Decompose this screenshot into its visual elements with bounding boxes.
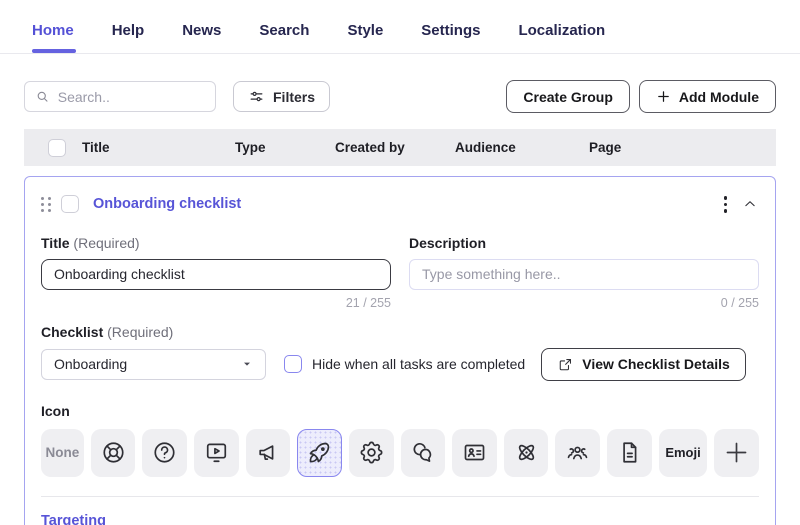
tab-style[interactable]: Style	[347, 0, 383, 53]
gear-icon	[360, 441, 383, 464]
megaphone-icon	[259, 445, 274, 460]
icon-option-rocket[interactable]	[297, 428, 342, 477]
toolbar-actions: Create Group Add Module	[506, 80, 776, 113]
module-title: Onboarding checklist	[93, 196, 242, 213]
description-label-text: Description	[409, 234, 487, 251]
icon-option-emoji[interactable]: Emoji	[658, 428, 708, 477]
help-circle-icon	[154, 442, 175, 463]
plus-icon	[658, 91, 669, 102]
description-input[interactable]	[409, 258, 759, 290]
checklist-field-label: Checklist (Required)	[41, 324, 759, 340]
title-field-label: Title (Required)	[41, 235, 391, 251]
icon-option-video[interactable]	[193, 428, 239, 477]
create-group-button[interactable]: Create Group	[506, 80, 630, 113]
filters-button[interactable]: Filters	[233, 81, 331, 112]
icon-option-megaphone[interactable]	[245, 428, 291, 477]
search-icon	[37, 91, 48, 102]
atom-icon	[518, 444, 534, 461]
table-header: Title Type Created by Audience Page	[24, 129, 776, 166]
add-module-button[interactable]: Add Module	[638, 80, 776, 113]
filters-label: Filters	[273, 88, 316, 105]
icon-option-people[interactable]	[555, 428, 601, 477]
icon-option-lifebuoy[interactable]	[90, 428, 136, 477]
icon-option-gear[interactable]	[348, 428, 394, 477]
module-card-header: Onboarding checklist	[41, 177, 759, 217]
hide-when-completed-checkbox[interactable]	[284, 355, 302, 373]
icon-option-atom[interactable]	[503, 428, 549, 477]
tab-settings[interactable]: Settings	[421, 0, 480, 53]
checklist-select[interactable]: Onboarding	[41, 348, 266, 380]
checklist-label-text: Checklist	[41, 323, 104, 340]
view-checklist-details-button[interactable]: View Checklist Details	[541, 347, 746, 381]
chevron-up-icon	[745, 201, 755, 207]
toolbar: Filters Create Group Add Module	[0, 80, 800, 113]
top-nav: Home Help News Search Style Settings Loc…	[0, 0, 800, 54]
add-module-label: Add Module	[678, 88, 759, 105]
checklist-required-hint: (Required)	[107, 323, 174, 340]
document-icon	[623, 442, 637, 463]
icon-option-add[interactable]	[714, 428, 759, 477]
column-created-by: Created by	[335, 140, 405, 155]
create-group-label: Create Group	[523, 88, 613, 105]
filters-icon	[250, 91, 263, 102]
view-checklist-details-label: View Checklist Details	[582, 356, 730, 372]
icon-option-id-card[interactable]	[452, 428, 497, 477]
kebab-menu-icon[interactable]	[720, 192, 732, 217]
tab-search[interactable]: Search	[259, 0, 309, 53]
description-field-label: Description	[409, 235, 759, 251]
column-page: Page	[589, 140, 622, 155]
targeting-link[interactable]: Targeting	[41, 513, 759, 525]
icon-option-document[interactable]	[607, 428, 652, 477]
title-input[interactable]	[41, 258, 391, 290]
module-card: Onboarding checklist Title (Required) 21…	[24, 176, 776, 525]
hide-when-completed-label: Hide when all tasks are completed	[312, 356, 526, 372]
tab-localization[interactable]: Localization	[518, 0, 605, 53]
id-card-icon	[464, 444, 485, 461]
search-box[interactable]	[24, 81, 216, 112]
lifebuoy-icon	[102, 442, 124, 463]
title-label-text: Title	[41, 234, 70, 251]
plus-icon	[726, 442, 747, 463]
drag-handle-icon[interactable]	[41, 196, 52, 212]
module-checkbox[interactable]	[61, 195, 79, 214]
select-all-checkbox[interactable]	[48, 138, 66, 157]
search-input[interactable]	[57, 88, 205, 105]
external-link-icon	[559, 358, 572, 370]
icon-option-none[interactable]: None	[41, 428, 84, 477]
column-title: Title	[82, 140, 110, 155]
icon-option-help[interactable]	[142, 428, 187, 477]
checklist-selected-value: Onboarding	[54, 356, 128, 372]
collapse-button[interactable]	[741, 195, 759, 213]
video-player-icon	[206, 443, 226, 463]
title-required-hint: (Required)	[73, 234, 140, 251]
icon-option-chat[interactable]	[400, 428, 446, 477]
tab-home[interactable]: Home	[32, 0, 76, 53]
chat-bubbles-icon	[413, 443, 432, 463]
description-char-counter: 0 / 255	[720, 295, 759, 310]
title-char-counter: 21 / 255	[345, 295, 391, 310]
section-divider	[41, 495, 759, 497]
rocket-icon	[309, 442, 330, 463]
tab-help[interactable]: Help	[112, 0, 145, 53]
icon-section-label: Icon	[41, 402, 70, 419]
column-audience: Audience	[455, 140, 516, 155]
icon-picker: None Emoji	[41, 428, 759, 477]
column-type: Type	[235, 140, 266, 155]
people-group-icon	[567, 446, 588, 460]
caret-down-icon	[239, 356, 255, 372]
tab-news[interactable]: News	[182, 0, 221, 53]
